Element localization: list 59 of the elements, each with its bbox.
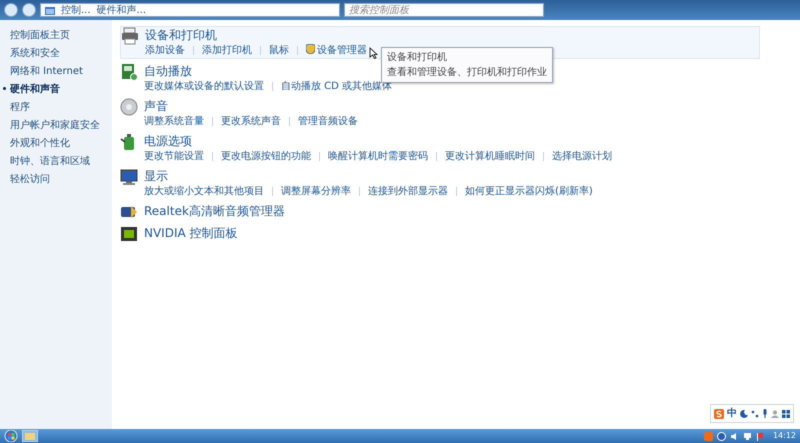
category-title[interactable]: NVIDIA 控制面板 [144,225,238,241]
sidebar-item[interactable]: 轻松访问 [3,172,112,187]
sidebar-item[interactable]: 外观和个性化 [3,136,112,151]
back-button[interactable] [4,3,18,17]
task-link[interactable]: 更改节能设置 [144,149,204,164]
network-icon[interactable] [742,432,752,440]
task-link[interactable]: 如何更正显示器闪烁(刷新率) [465,184,593,199]
task-link[interactable]: 鼠标 [269,43,289,58]
task-link[interactable]: 设备管理器 [306,43,367,58]
breadcrumb[interactable]: 硬件和声... [96,2,146,18]
input-mode-toggle[interactable]: 中 [727,406,737,421]
flag-icon[interactable] [756,432,765,440]
speaker-icon[interactable] [120,98,138,116]
sidebar-item[interactable]: 网络和 Internet [3,64,112,79]
sidebar-item[interactable]: 用户帐户和家庭安全 [3,118,112,133]
search-field[interactable]: 搜索控制面板 [344,3,544,17]
ime-logo-icon[interactable] [714,408,724,418]
tooltip-text: 查看和管理设备、打印机和打印作业 [387,66,547,80]
sidebar-item[interactable]: 控制面板主页 [3,28,112,43]
task-link[interactable]: 更改电源按钮的功能 [221,149,311,164]
task-link[interactable]: 调整屏幕分辨率 [281,184,351,199]
speaker-icon[interactable] [730,432,739,440]
address-bar[interactable]: 控制... 硬件和声... [40,3,340,17]
sidebar-item[interactable]: 程序 [3,100,112,115]
category-title[interactable]: 设备和打印机 [145,27,367,43]
category-title[interactable]: 显示 [144,168,593,184]
moon-icon[interactable] [740,410,748,418]
sidebar-item[interactable]: 硬件和声音 [3,82,112,97]
monitor-icon[interactable] [120,168,138,186]
sidebar-item[interactable]: 系统和安全 [3,46,112,61]
breadcrumb[interactable]: 控制... [61,2,91,18]
task-link[interactable]: 唤醒计算机时需要密码 [328,149,428,164]
category-title[interactable]: 电源选项 [144,133,612,149]
cursor-icon [369,47,378,59]
folder-icon [45,6,55,14]
task-link[interactable]: 添加设备 [145,43,185,58]
task-link[interactable]: 调整系统音量 [144,114,204,129]
task-link[interactable]: 放大或缩小文本和其他项目 [144,184,264,199]
audio-card-icon[interactable] [120,203,138,221]
microphone-icon[interactable] [762,409,768,418]
task-link[interactable]: 更改媒体或设备的默认设置 [144,79,264,94]
clock[interactable]: 14:12 [772,430,796,442]
sidebar-item[interactable]: 时钟、语言和区域 [3,154,112,169]
category-title[interactable]: 声音 [144,98,358,114]
tooltip-title: 设备和打印机 [387,50,448,65]
printer-icon[interactable] [121,27,139,45]
task-link[interactable]: 连接到外部显示器 [368,184,448,199]
chip-icon[interactable] [120,225,138,243]
task-link[interactable]: 更改系统声音 [221,114,281,129]
category-title[interactable]: Realtek高清晰音频管理器 [144,203,285,219]
punctuation-icon[interactable] [751,410,759,418]
task-link[interactable]: 管理音频设备 [298,114,358,129]
grid-icon[interactable] [782,410,790,418]
task-link[interactable]: 选择电源计划 [552,149,612,164]
start-button-icon[interactable] [4,430,18,442]
media-icon[interactable] [120,63,138,81]
forward-button[interactable] [22,3,36,17]
task-link[interactable]: 添加打印机 [202,43,252,58]
task-link[interactable]: 更改计算机睡眠时间 [445,149,535,164]
